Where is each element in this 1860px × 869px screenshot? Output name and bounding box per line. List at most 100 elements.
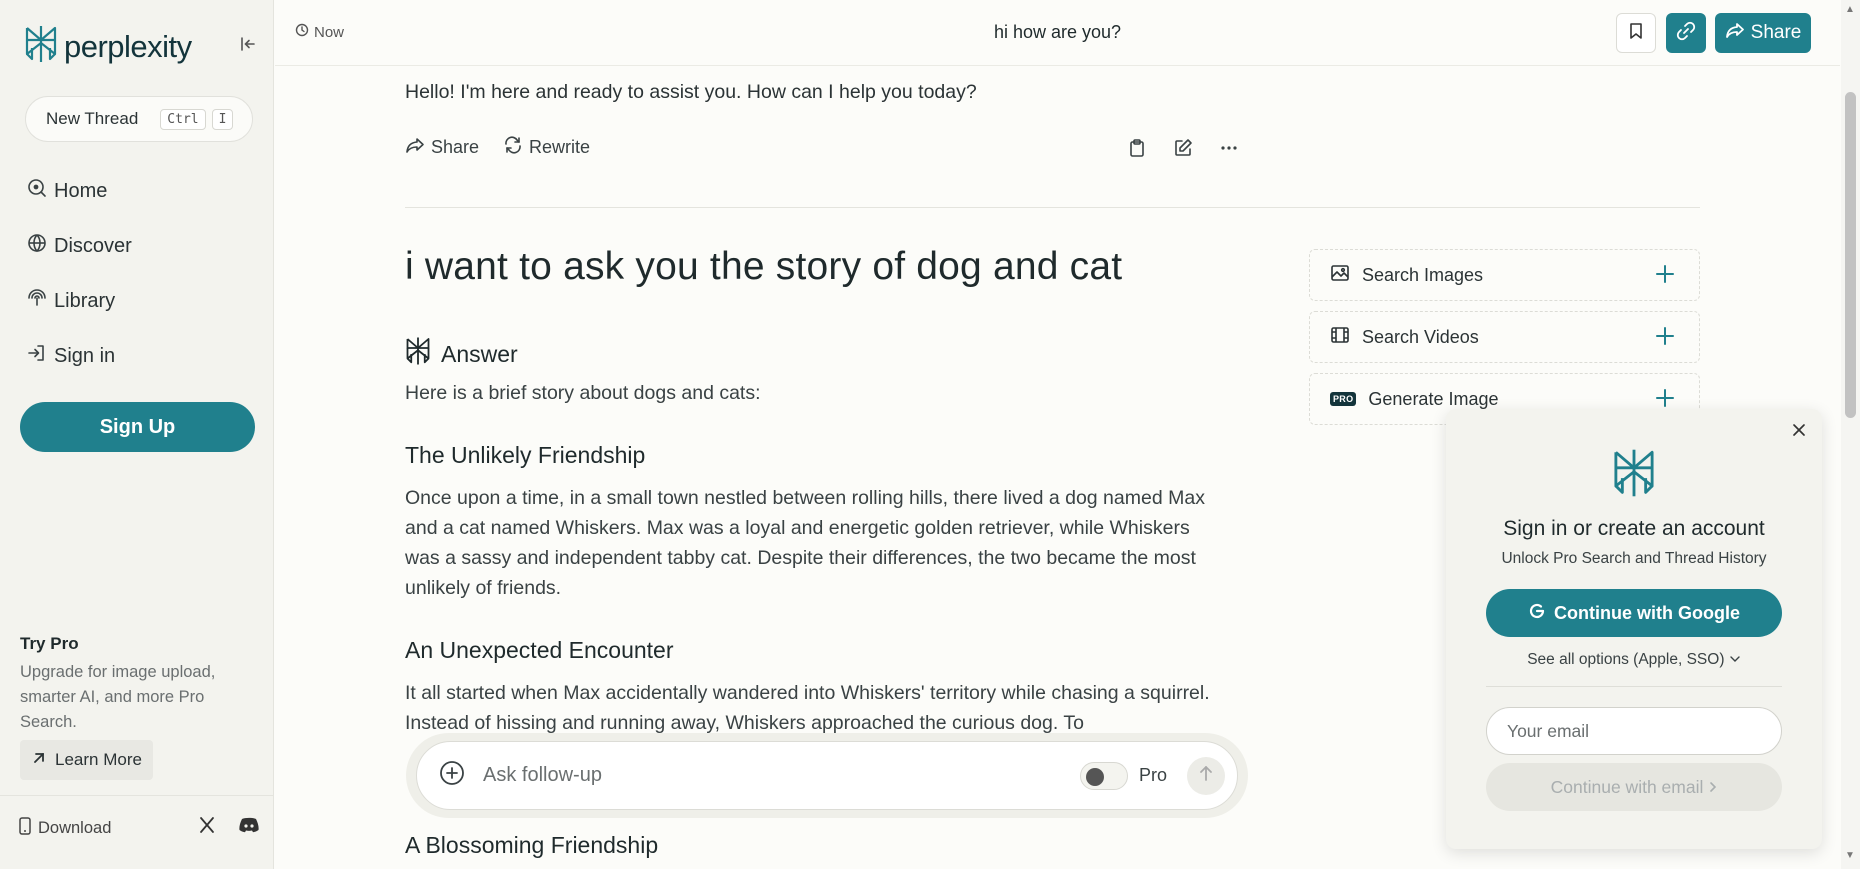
share-label: Share bbox=[1750, 22, 1802, 43]
generate-image-label: Generate Image bbox=[1368, 388, 1499, 409]
bookmark-icon bbox=[1628, 22, 1644, 45]
signin-subtitle: Unlock Pro Search and Thread History bbox=[1501, 550, 1767, 567]
video-icon bbox=[1330, 326, 1350, 349]
section-body: It all started when Max accidentally wan… bbox=[405, 682, 1210, 734]
continue-with-google-label: Continue with Google bbox=[1554, 602, 1740, 623]
learn-more-label: Learn More bbox=[55, 750, 142, 769]
search-videos-label: Search Videos bbox=[1362, 326, 1479, 347]
refresh-icon bbox=[503, 136, 523, 159]
sidebar-item-label: Sign in bbox=[54, 344, 116, 367]
rewrite-button[interactable]: Rewrite bbox=[503, 136, 590, 159]
sidebar: perplexity New Thread Ctrl I Home Discov… bbox=[0, 0, 274, 869]
thread-divider bbox=[405, 207, 1700, 208]
share-answer-label: Share bbox=[431, 137, 480, 157]
try-pro-panel: Try Pro Upgrade for image upload, smarte… bbox=[20, 634, 250, 735]
perplexity-logo-icon bbox=[1612, 447, 1656, 504]
section-heading: A Blossoming Friendship bbox=[405, 832, 659, 858]
try-pro-title: Try Pro bbox=[20, 634, 79, 653]
search-images-button[interactable]: Search Images bbox=[1309, 249, 1700, 301]
see-all-options-label: See all options (Apple, SSO) bbox=[1527, 651, 1725, 668]
scroll-up-arrow-icon[interactable]: ▲ bbox=[1845, 4, 1855, 15]
answer-header: Answer bbox=[405, 336, 518, 372]
chevron-down-icon bbox=[1729, 651, 1741, 668]
link-icon bbox=[1675, 20, 1697, 47]
x-twitter-icon[interactable] bbox=[198, 816, 216, 839]
logo-text: perplexity bbox=[64, 28, 192, 64]
discord-icon[interactable] bbox=[238, 816, 260, 839]
share-button[interactable]: Share bbox=[1715, 13, 1811, 53]
thread-title: hi how are you? bbox=[993, 22, 1122, 42]
logo[interactable]: perplexity bbox=[24, 24, 192, 69]
pro-toggle[interactable] bbox=[1079, 761, 1128, 790]
arrow-up-right-icon bbox=[31, 750, 47, 771]
sidebar-item-label: Home bbox=[54, 179, 108, 202]
continue-with-email-label: Continue with email bbox=[1550, 776, 1704, 797]
previous-answer-text: Hello! I'm here and ready to assist you.… bbox=[405, 81, 977, 103]
arrow-up-icon bbox=[1198, 764, 1214, 787]
bookmark-button[interactable] bbox=[1616, 13, 1656, 53]
pro-toggle-label: Pro bbox=[1138, 765, 1167, 785]
plus-icon bbox=[1653, 386, 1677, 410]
image-icon bbox=[1330, 264, 1350, 287]
continue-with-google-button[interactable]: Continue with Google bbox=[1486, 589, 1782, 637]
share-answer-button[interactable]: Share bbox=[405, 136, 479, 159]
answer-actions: Share Rewrite bbox=[405, 136, 590, 159]
library-icon bbox=[26, 287, 48, 315]
followup-input[interactable]: Ask follow-up bbox=[483, 764, 1080, 787]
card-divider bbox=[1486, 686, 1782, 687]
continue-with-email-button[interactable]: Continue with email bbox=[1486, 763, 1782, 811]
new-thread-button[interactable]: New Thread Ctrl I bbox=[25, 96, 253, 142]
new-thread-label: New Thread bbox=[46, 109, 139, 128]
sidebar-item-discover[interactable]: Discover bbox=[26, 231, 132, 261]
pro-badge: PRO bbox=[1330, 392, 1357, 406]
collapse-sidebar-icon[interactable] bbox=[238, 34, 258, 54]
attach-plus-icon[interactable] bbox=[439, 760, 465, 791]
more-options-icon[interactable] bbox=[1219, 138, 1239, 158]
sidebar-item-library[interactable]: Library bbox=[26, 286, 132, 316]
copy-link-button[interactable] bbox=[1666, 13, 1706, 53]
scrollbar-thumb[interactable] bbox=[1845, 92, 1856, 418]
sidebar-nav: Home Discover Library Sign in bbox=[26, 176, 132, 396]
sidebar-item-sign-in[interactable]: Sign in bbox=[26, 341, 132, 371]
section-heading: The Unlikely Friendship bbox=[405, 442, 646, 468]
see-all-options-link[interactable]: See all options (Apple, SSO) bbox=[1446, 651, 1822, 669]
section-body: Once upon a time, in a small town nestle… bbox=[405, 487, 1205, 599]
followup-bar: Ask follow-up Pro bbox=[416, 741, 1238, 810]
edit-icon[interactable] bbox=[1173, 138, 1193, 158]
sidebar-footer: Download bbox=[0, 795, 274, 869]
globe-icon bbox=[26, 232, 48, 260]
sidebar-item-label: Library bbox=[54, 289, 116, 312]
close-icon[interactable] bbox=[1788, 419, 1810, 441]
answer-intro: Here is a brief story about dogs and cat… bbox=[405, 382, 761, 404]
share-icon bbox=[405, 136, 425, 159]
sign-up-button[interactable]: Sign Up bbox=[20, 402, 255, 452]
signin-title: Sign in or create an account bbox=[1503, 517, 1765, 540]
top-bar: Now hi how are you? Share bbox=[275, 0, 1840, 66]
email-field[interactable] bbox=[1486, 707, 1782, 755]
send-button[interactable] bbox=[1187, 756, 1225, 795]
rewrite-label: Rewrite bbox=[529, 137, 591, 157]
clipboard-icon[interactable] bbox=[1128, 138, 1146, 158]
phone-icon bbox=[18, 816, 32, 841]
plus-icon bbox=[1653, 324, 1677, 348]
search-videos-button[interactable]: Search Videos bbox=[1309, 311, 1700, 363]
shortcut-key-ctrl: Ctrl bbox=[160, 108, 206, 130]
scroll-down-arrow-icon[interactable]: ▼ bbox=[1845, 850, 1855, 861]
shortcut-key-i: I bbox=[211, 108, 234, 130]
home-icon bbox=[26, 177, 48, 205]
toggle-knob bbox=[1085, 767, 1104, 786]
search-images-label: Search Images bbox=[1362, 264, 1484, 285]
google-icon bbox=[1528, 602, 1546, 625]
share-icon bbox=[1725, 21, 1745, 45]
download-link[interactable]: Download bbox=[18, 816, 111, 841]
sidebar-item-home[interactable]: Home bbox=[26, 176, 132, 206]
perplexity-logo-icon bbox=[24, 24, 58, 69]
plus-icon bbox=[1653, 262, 1677, 286]
perplexity-answer-icon bbox=[405, 336, 431, 372]
section-heading: An Unexpected Encounter bbox=[405, 637, 674, 663]
signin-card: Sign in or create an account Unlock Pro … bbox=[1446, 409, 1822, 849]
learn-more-button[interactable]: Learn More bbox=[20, 740, 153, 780]
answer-label: Answer bbox=[441, 340, 518, 367]
question-heading: i want to ask you the story of dog and c… bbox=[405, 245, 1123, 288]
sign-in-icon bbox=[26, 342, 48, 370]
